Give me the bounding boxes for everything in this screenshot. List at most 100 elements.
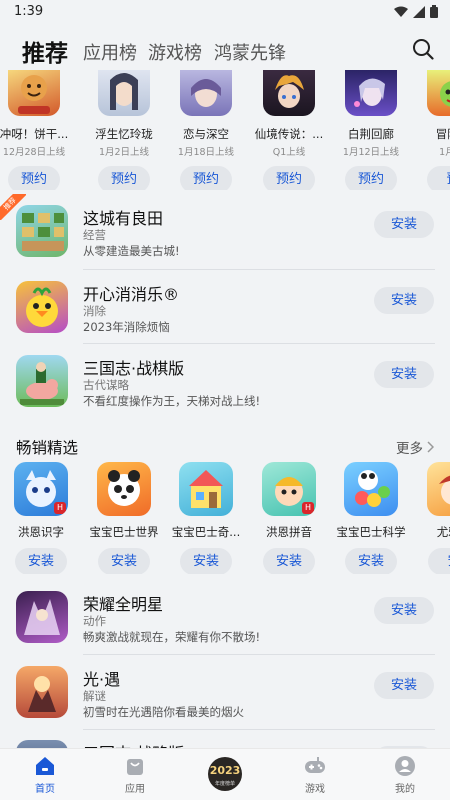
preorder-button[interactable]: 预 [427,166,450,190]
nav-apps[interactable]: 应用 [105,755,165,795]
nav-label: 游戏 [305,784,325,795]
divider [83,343,435,344]
home-icon [36,757,54,775]
game-icon-fushengyi [98,70,150,116]
app-category: 动作 [83,614,106,628]
install-button[interactable]: 安装 [374,361,434,388]
grid-name: 洪恩识字 [18,525,64,539]
grid-item[interactable]: H 洪恩识字 安装 [0,462,82,574]
preorder-button[interactable]: 预约 [98,166,150,190]
app-description: 初雪时在光遇陪你看最美的烟火 [83,705,244,719]
preorder-date: 1月18日上线 [177,147,235,158]
section-title: 畅销精选 [16,439,79,457]
tab-recommend[interactable]: 推荐 [22,34,68,68]
game-icon-maplestory [427,70,450,116]
tab-game-ranking[interactable]: 游戏榜 [148,39,202,65]
nav-profile[interactable]: 我的 [375,755,435,795]
app-icon-honor-allstar [16,591,68,643]
preorder-carousel[interactable]: 冲呀！饼干... 12月28日上线 预约 浮生忆玲珑 1月2日上线 预约 恋与深… [0,70,450,190]
grid-name: 宝宝巴士世界 [89,525,159,539]
preorder-name: 仙境传说：... [254,127,324,141]
nav-label: 首页 [35,784,55,795]
app-icon-sanguo-chess [16,355,68,407]
nav-games[interactable]: 游戏 [285,755,345,795]
grid-name: 宝宝巴士科学 [336,525,406,539]
install-button[interactable]: 安装 [345,548,397,574]
preorder-date: 12月28日上线 [2,147,66,158]
ranking-sub: 年度榜单 [214,781,235,787]
grid-item[interactable]: 宝宝巴士科学 安装 [330,462,412,574]
preorder-name: 冲呀！饼干... [0,127,69,141]
grid-item[interactable]: H 洪恩拼音 安装 [248,462,330,574]
app-store-page: 1:39 推荐 应用榜 游戏榜 鸿蒙先锋 冲呀！饼干... 12月28日上线 预… [0,0,450,800]
status-icons [394,5,438,18]
user-avatar-icon [395,756,415,776]
divider [83,269,435,270]
list-item[interactable]: 荣耀全明星 动作 畅爽激战就现在，荣耀有你不散场! 安装 [0,591,450,663]
list-item[interactable]: 三国志·战棋版 古代谋略 不看红度操作为王，天梯对战上线! 安装 [0,355,450,427]
preorder-item[interactable]: 仙境传说：... Q1上线 预约 [251,70,327,190]
install-button[interactable]: 安装 [374,672,434,699]
more-link[interactable]: 更多 [396,437,434,457]
app-category: 解谜 [83,689,106,703]
app-name: 开心消消乐® [83,285,180,304]
app-description: 从零建造最美古城! [83,244,180,258]
tab-harmony-pioneer[interactable]: 鸿蒙先锋 [214,39,286,65]
tab-app-ranking[interactable]: 应用榜 [83,39,137,65]
search-icon[interactable] [412,38,434,60]
install-button[interactable]: 安装 [374,287,434,314]
install-button[interactable]: 安 [428,548,450,574]
app-name: 荣耀全明星 [83,595,164,614]
preorder-item[interactable]: 冒险岛 1月24 预 [415,70,450,190]
app-icon-babybus-world [97,462,151,516]
chevron-right-icon [427,441,434,453]
preorder-name: 白荆回廊 [348,127,394,141]
preorder-button[interactable]: 预约 [345,166,397,190]
divider [83,729,435,730]
preorder-button[interactable]: 预约 [8,166,60,190]
preorder-item[interactable]: 浮生忆玲珑 1月2日上线 预约 [86,70,162,190]
install-button[interactable]: 安装 [180,548,232,574]
install-button[interactable]: 安装 [374,211,434,238]
app-icon-babybus-house [179,462,233,516]
game-icon-love-deepspace [180,70,232,116]
app-icon-youya [427,462,450,516]
preorder-button[interactable]: 预约 [180,166,232,190]
game-icon-cookie-run [8,70,60,116]
preorder-date: 1月2日上线 [98,147,150,158]
grid-name: 尤雅世 [436,525,450,539]
grid-item[interactable]: 尤雅世 安 [413,462,450,574]
bestseller-carousel[interactable]: H 洪恩识字 安装 宝宝巴士世界 安装 宝宝巴士奇... 安装 H 洪恩拼音 安… [0,462,450,574]
preorder-date: 1月24 [439,147,450,158]
list-item[interactable]: 这城有良田 经营 从零建造最美古城! 安装 [0,205,450,277]
app-description: 畅爽激战就现在，荣耀有你不散场! [83,630,261,644]
signal-icon [413,5,425,18]
install-button[interactable]: 安装 [374,597,434,624]
app-category: 经营 [83,228,106,242]
install-button[interactable]: 安装 [98,548,150,574]
app-category: 古代谋略 [83,378,129,392]
preorder-button[interactable]: 预约 [263,166,315,190]
preorder-item[interactable]: 冲呀！饼干... 12月28日上线 预约 [0,70,72,190]
app-name: 光·遇 [83,670,121,689]
grid-item[interactable]: 宝宝巴士奇... 安装 [165,462,247,574]
status-time: 1:39 [14,4,44,19]
nav-home[interactable]: 首页 [15,755,75,795]
ranking-year: 2023 [209,764,241,777]
brand-badge: H [54,502,66,514]
app-category: 消除 [83,304,106,318]
preorder-item[interactable]: 白荆回廊 1月12日上线 预约 [333,70,409,190]
bottom-nav: 首页 应用 2023 年度榜单 游戏 我的 [0,748,450,800]
app-name: 这城有良田 [83,209,164,228]
list-item[interactable]: 光·遇 解谜 初雪时在光遇陪你看最美的烟火 安装 [0,666,450,738]
nav-label: 应用 [125,784,145,795]
grid-item[interactable]: 宝宝巴士世界 安装 [83,462,165,574]
install-button[interactable]: 安装 [15,548,67,574]
app-name: 三国志·战棋版 [83,359,185,378]
battery-icon [430,5,438,18]
app-icon-babybus-science [344,462,398,516]
install-button[interactable]: 安装 [263,548,315,574]
annual-ranking-button[interactable]: 2023 年度榜单 [208,757,242,791]
app-icon-hongen-shizi: H [14,462,68,516]
preorder-item[interactable]: 恋与深空 1月18日上线 预约 [168,70,244,190]
